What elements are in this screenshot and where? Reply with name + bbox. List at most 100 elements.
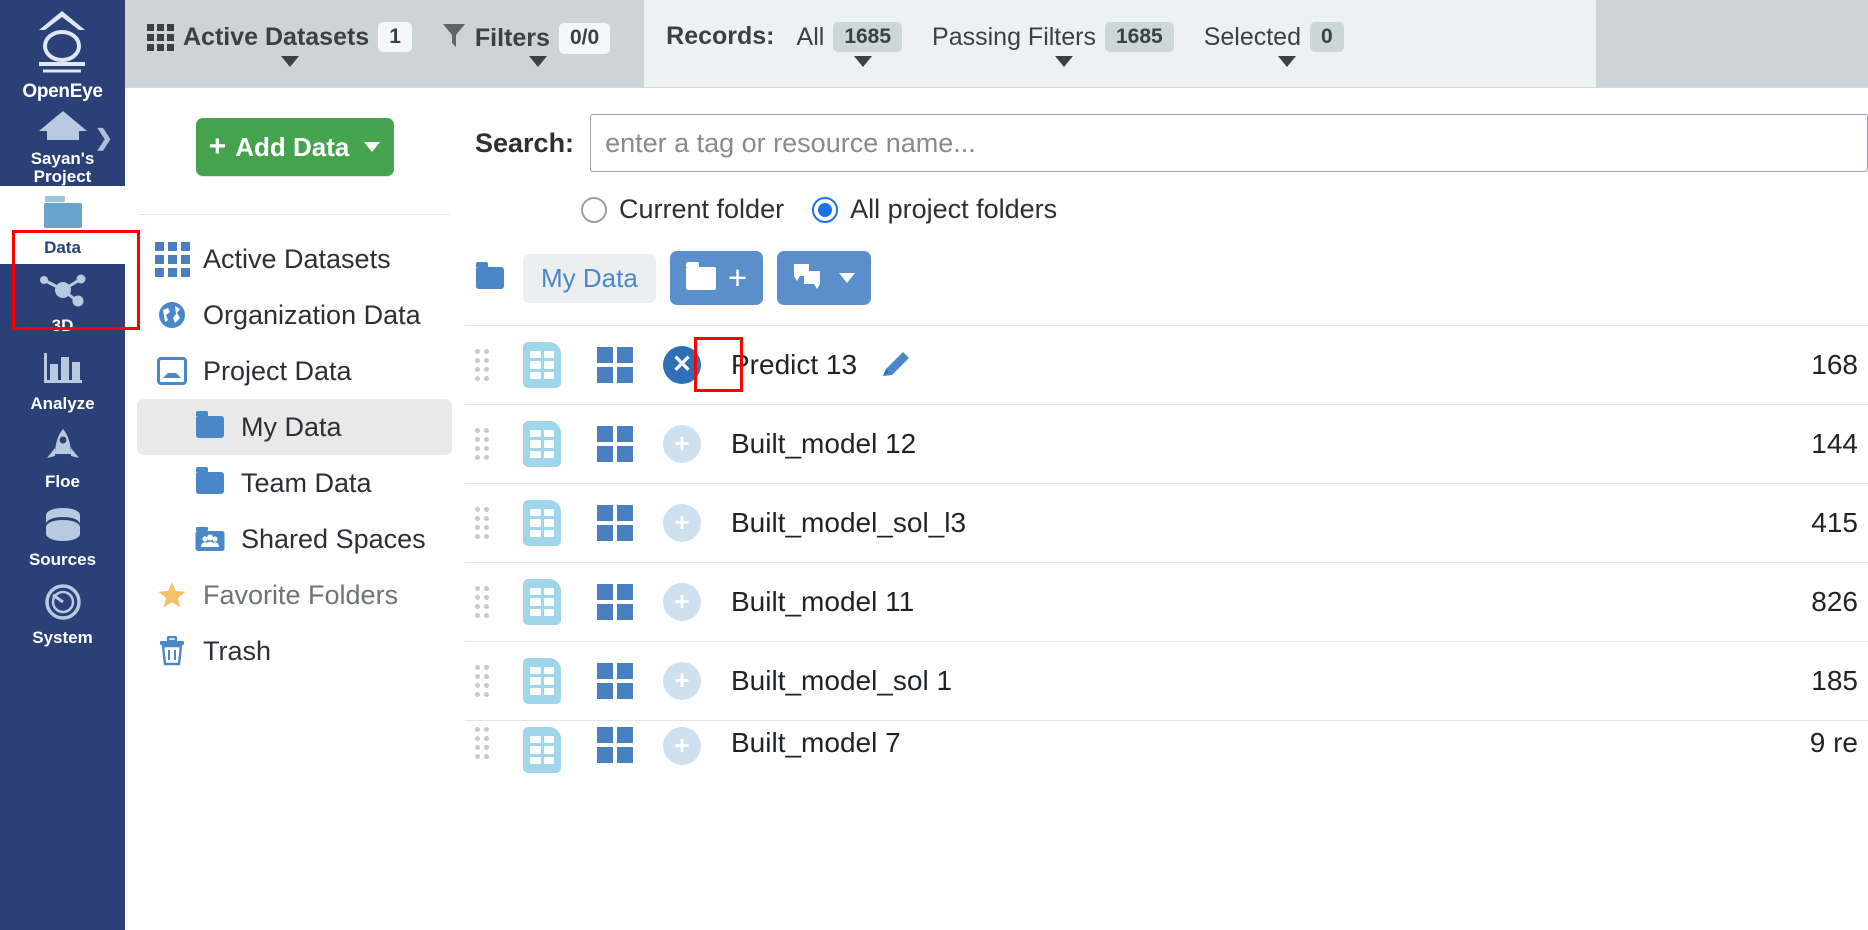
records-passing-filters-button[interactable]: Passing Filters 1685 xyxy=(932,22,1188,67)
sidebar-item-label: My Data xyxy=(241,411,342,442)
add-to-active-button[interactable]: + xyxy=(663,583,701,621)
table-row[interactable]: + Built_model 7 9 re xyxy=(465,720,1868,780)
new-folder-button[interactable]: + xyxy=(669,251,764,305)
active-datasets-count: 1 xyxy=(378,22,412,53)
sidebar-item-project-data[interactable]: Project Data xyxy=(137,343,452,399)
filters-label: Filters xyxy=(474,24,550,52)
dataset-view-icon[interactable] xyxy=(597,663,633,699)
drag-handle-icon[interactable] xyxy=(475,586,501,618)
drag-handle-icon[interactable] xyxy=(475,507,501,539)
sidebar-divider xyxy=(139,214,450,215)
add-to-active-button[interactable]: + xyxy=(663,425,701,463)
record-count: 185 xyxy=(1811,665,1858,696)
chevron-down-icon[interactable] xyxy=(1054,56,1073,67)
monitor-icon xyxy=(157,356,187,386)
rail-item-sources[interactable]: Sources xyxy=(0,498,125,576)
chevron-down-icon xyxy=(364,142,381,152)
active-datasets-button[interactable]: Active Datasets 1 xyxy=(147,22,426,67)
remove-from-active-button[interactable]: ✕ xyxy=(663,346,701,384)
dataset-name: Built_model 11 xyxy=(731,586,915,617)
radio-button-icon[interactable] xyxy=(581,196,607,223)
sidebar-item-active-datasets[interactable]: Active Datasets xyxy=(137,231,452,287)
sidebar-item-my-data[interactable]: My Data xyxy=(137,399,452,455)
rail-item-analyze-label: Analyze xyxy=(30,394,95,414)
table-row[interactable]: + Built_model_sol 1 185 xyxy=(465,641,1868,720)
rail-item-data[interactable]: Data xyxy=(0,185,125,264)
rail-item-data-label: Data xyxy=(44,238,81,258)
records-all-label: All xyxy=(796,22,825,51)
breadcrumb-my-data[interactable]: My Data xyxy=(523,253,656,303)
record-count: 144 xyxy=(1811,428,1858,459)
dataset-view-icon[interactable] xyxy=(597,347,633,383)
dataset-file-icon xyxy=(523,421,561,467)
sidebar-item-organization-data[interactable]: Organization Data xyxy=(137,287,452,343)
chevron-down-icon[interactable] xyxy=(1277,56,1296,67)
dataset-file-icon xyxy=(523,727,561,773)
right-pane: Active Datasets 1 Filters 0/0 Records: A… xyxy=(125,0,1868,930)
chevron-right-icon[interactable]: ❯ xyxy=(95,125,113,151)
folder-options-button[interactable] xyxy=(777,251,872,305)
dataset-view-icon[interactable] xyxy=(597,426,633,462)
dataset-name: Built_model_sol_l3 xyxy=(731,507,967,538)
folder-icon xyxy=(195,467,225,498)
rail-item-floe[interactable]: Floe xyxy=(0,420,125,498)
search-input[interactable] xyxy=(590,114,1868,172)
drag-handle-icon[interactable] xyxy=(475,349,501,381)
add-to-active-button[interactable]: + xyxy=(663,727,701,765)
radio-button-selected-icon[interactable] xyxy=(812,196,839,223)
rail-item-project[interactable]: ❯ Sayan's Project xyxy=(0,107,125,186)
dataset-name: Predict 13 xyxy=(731,349,858,380)
table-row[interactable]: + Built_model 12 144 xyxy=(465,404,1868,483)
dataset-view-icon[interactable] xyxy=(597,727,633,763)
dataset-name: Built_model_sol 1 xyxy=(731,665,953,696)
chevron-down-icon xyxy=(839,273,856,283)
records-passing-count: 1685 xyxy=(1104,22,1174,53)
drag-handle-icon[interactable] xyxy=(475,428,501,460)
drag-handle-icon[interactable] xyxy=(475,727,501,759)
sidebar-item-label: Trash xyxy=(203,635,272,666)
record-count: 826 xyxy=(1811,586,1858,617)
rail-item-3d-label: 3D xyxy=(51,316,74,336)
dataset-view-icon[interactable] xyxy=(597,505,633,541)
grid-icon xyxy=(154,241,190,277)
table-row[interactable]: + Built_model_sol_l3 415 xyxy=(465,483,1868,562)
rail-item-system[interactable]: System xyxy=(0,576,125,654)
search-row: Search: xyxy=(465,114,1868,172)
trash-icon xyxy=(157,636,187,666)
rail-item-analyze[interactable]: Analyze xyxy=(0,342,125,420)
sidebar-item-label: Shared Spaces xyxy=(241,523,426,554)
records-selected-label: Selected xyxy=(1203,22,1301,51)
rail-item-3d[interactable]: 3D xyxy=(0,264,125,342)
dataset-view-icon[interactable] xyxy=(597,584,633,620)
drag-handle-icon[interactable] xyxy=(475,665,501,697)
chevron-down-icon[interactable] xyxy=(280,56,299,67)
plus-icon: + xyxy=(727,259,748,297)
search-label: Search: xyxy=(475,127,575,158)
sidebar-item-shared-spaces[interactable]: Shared Spaces xyxy=(137,511,452,567)
add-to-active-button[interactable]: + xyxy=(663,662,701,700)
gauge-icon xyxy=(39,582,87,627)
records-all-button[interactable]: All 1685 xyxy=(796,22,917,67)
funnel-icon xyxy=(442,22,466,55)
table-row[interactable]: + Built_model 11 826 xyxy=(465,562,1868,641)
add-data-button[interactable]: + Add Data xyxy=(195,118,394,176)
records-all-count: 1685 xyxy=(833,22,903,53)
radio-current-folder[interactable]: Current folder xyxy=(581,194,784,225)
scope-radio-group: Current folder All project folders xyxy=(581,194,1868,225)
rail-item-sources-label: Sources xyxy=(28,550,97,570)
sidebar-item-favorite-folders[interactable]: Favorite Folders xyxy=(137,567,452,623)
table-row[interactable]: ✕ Predict 13 168 xyxy=(465,325,1868,404)
filters-button[interactable]: Filters 0/0 xyxy=(442,22,624,67)
radio-all-project-folders[interactable]: All project folders xyxy=(812,194,1057,225)
chevron-down-icon[interactable] xyxy=(853,56,872,67)
chevron-down-icon[interactable] xyxy=(529,56,548,67)
add-to-active-button[interactable]: + xyxy=(663,504,701,542)
edit-pencil-icon[interactable] xyxy=(879,348,913,382)
rail-item-floe-label: Floe xyxy=(45,472,80,492)
bar-chart-icon xyxy=(36,348,90,393)
records-selected-button[interactable]: Selected 0 xyxy=(1203,22,1358,67)
sidebar-item-trash[interactable]: Trash xyxy=(137,623,452,679)
top-toolbar: Active Datasets 1 Filters 0/0 Records: A… xyxy=(125,0,1868,88)
openeye-logo-icon xyxy=(33,6,91,83)
sidebar-item-team-data[interactable]: Team Data xyxy=(137,455,452,511)
